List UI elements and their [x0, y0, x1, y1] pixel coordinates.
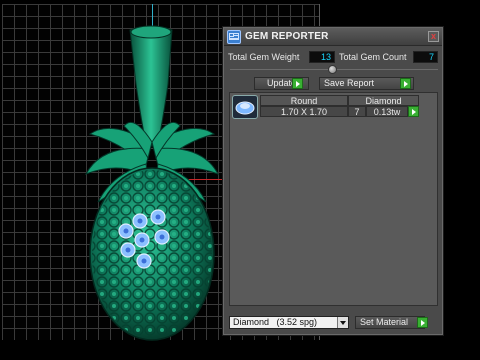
gem-size: 1.70 X 1.70 — [260, 106, 348, 117]
gem-row-go-icon[interactable] — [408, 106, 419, 117]
close-icon[interactable]: x — [428, 31, 439, 42]
chevron-down-icon[interactable] — [337, 317, 348, 328]
gem-count: 7 — [348, 106, 366, 117]
material-dropdown[interactable]: Diamond (3.52 spg) — [229, 316, 349, 329]
pineapple-pendant-model — [84, 25, 220, 341]
diamond-thumbnail-icon — [232, 95, 258, 119]
total-gem-weight-value: 13 — [309, 51, 335, 63]
set-material-go-icon[interactable] — [417, 317, 428, 328]
total-gem-weight-label: Total Gem Weight — [228, 52, 300, 62]
total-gem-count-label: Total Gem Count — [339, 52, 407, 62]
gem-list[interactable]: Round Diamond 1.70 X 1.70 7 0.13tw — [229, 92, 438, 306]
gem-material: Diamond — [348, 95, 419, 106]
gem-row[interactable]: Round Diamond 1.70 X 1.70 7 0.13tw — [232, 95, 422, 121]
collapse-toggle[interactable] — [328, 65, 337, 74]
panel-titlebar[interactable]: GEM REPORTER x — [224, 28, 442, 46]
panel-title: GEM REPORTER — [245, 31, 329, 42]
totals-row: Total Gem Weight 13 Total Gem Count 7 — [224, 50, 442, 64]
gem-weight: 0.13tw — [366, 106, 408, 117]
set-material-button[interactable]: Set Material — [355, 316, 425, 329]
update-go-icon[interactable] — [292, 78, 303, 89]
save-report-go-icon[interactable] — [400, 78, 411, 89]
total-gem-count-value: 7 — [413, 51, 438, 63]
gem-reporter-icon — [227, 30, 241, 44]
material-bar: Diamond (3.52 spg) Set Material — [229, 316, 438, 332]
save-report-button-label: Save Report — [324, 78, 375, 88]
material-dropdown-value: Diamond (3.52 spg) — [233, 317, 318, 327]
gem-shape: Round — [260, 95, 348, 106]
gem-reporter-panel: GEM REPORTER x Total Gem Weight 13 Total… — [223, 27, 443, 335]
set-material-button-label: Set Material — [360, 317, 409, 327]
